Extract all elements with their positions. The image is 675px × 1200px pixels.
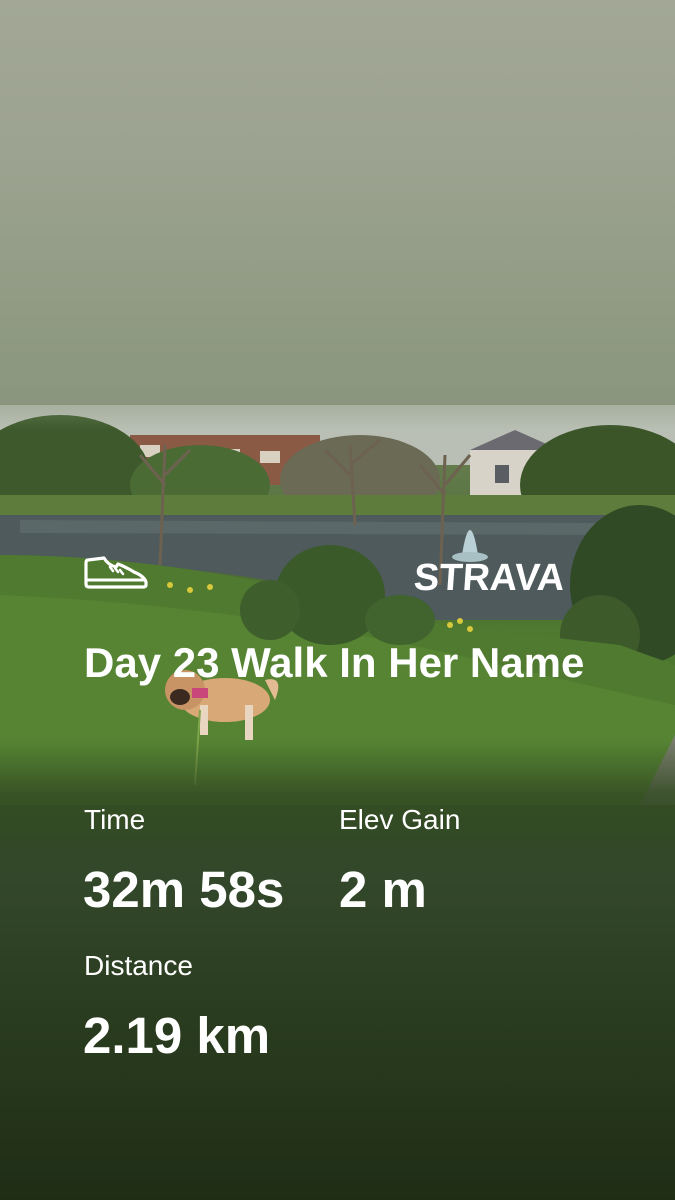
activity-title: Day 23 Walk In Her Name	[84, 639, 585, 686]
strava-logo: STRAVA	[412, 557, 567, 599]
time-value: 32m 58s	[83, 861, 285, 918]
time-label: Time	[84, 804, 146, 835]
distance-label: Distance	[84, 950, 193, 981]
activity-share-card: STRAVA Day 23 Walk In Her Name Time 32m …	[0, 0, 675, 1200]
distance-value: 2.19 km	[83, 1007, 271, 1064]
top-gradient-overlay	[0, 0, 675, 430]
elev-gain-value: 2 m	[339, 861, 427, 918]
elev-gain-label: Elev Gain	[339, 804, 461, 835]
shoe-icon	[84, 556, 148, 589]
